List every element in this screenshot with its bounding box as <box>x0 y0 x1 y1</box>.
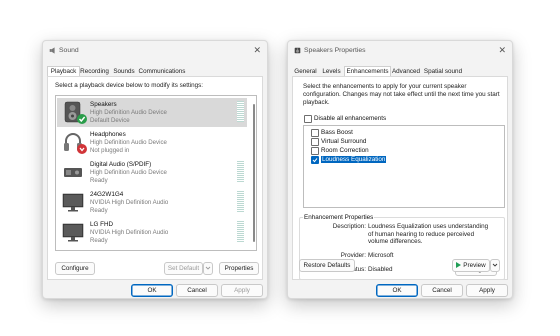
device-name: 24G2W1G4 <box>90 191 124 198</box>
chevron-down-icon <box>205 266 211 270</box>
monitor-icon <box>62 223 84 242</box>
play-icon <box>456 262 462 268</box>
device-status: Ready <box>90 177 108 184</box>
enhancement-label: Room Correction <box>321 147 369 154</box>
level-meter <box>237 221 244 242</box>
group-title: Enhancement Properties <box>303 214 375 221</box>
default-check-icon <box>77 114 87 124</box>
ok-button[interactable]: OK <box>131 284 173 297</box>
bass-boost-checkbox[interactable] <box>311 129 319 137</box>
level-meter <box>237 161 244 182</box>
enhancement-label[interactable]: Loudness Equalization <box>321 156 387 163</box>
device-status: Ready <box>90 237 108 244</box>
sound-dialog: Sound ✕ Playback Recording Sounds Commun… <box>42 40 268 299</box>
set-default-dropdown[interactable] <box>203 262 213 275</box>
tab-general[interactable]: General <box>292 67 319 76</box>
provider-label: Provider: <box>340 252 366 259</box>
device-driver: NVIDIA High Definition Audio <box>90 229 169 236</box>
check-icon <box>312 158 318 163</box>
apply-button[interactable]: Apply <box>466 284 508 297</box>
sound-titlebar[interactable]: Sound ✕ <box>43 41 267 61</box>
restore-defaults-button[interactable]: Restore Defaults <box>299 259 355 272</box>
device-name: Headphones <box>90 131 126 138</box>
chevron-down-icon <box>492 263 498 267</box>
disable-all-label: Disable all enhancements <box>314 115 387 122</box>
configure-button[interactable]: Configure <box>55 262 95 275</box>
speaker-app-icon <box>294 47 301 54</box>
preview-button[interactable]: Preview <box>452 259 490 272</box>
window-title: Speakers Properties <box>304 47 366 54</box>
device-driver: High Definition Audio Device <box>90 139 167 146</box>
instruction-text: Select the enhancements to apply for you… <box>303 83 500 106</box>
preview-dropdown[interactable] <box>490 259 500 272</box>
device-driver: High Definition Audio Device <box>90 109 167 116</box>
close-icon[interactable]: ✕ <box>498 45 506 55</box>
properties-titlebar[interactable]: Speakers Properties ✕ <box>288 41 512 61</box>
level-meter <box>237 101 244 122</box>
speaker-app-icon <box>49 47 55 54</box>
tab-communications[interactable]: Communications <box>138 67 186 76</box>
device-driver: High Definition Audio Device <box>90 169 167 176</box>
enhancements-panel: Select the enhancements to apply for you… <box>292 76 508 280</box>
virtual-surround-checkbox[interactable] <box>311 138 319 146</box>
tab-levels[interactable]: Levels <box>320 67 343 76</box>
device-status: Not plugged in <box>90 147 130 154</box>
device-status: Ready <box>90 207 108 214</box>
loudness-equalization-checkbox[interactable] <box>311 156 319 164</box>
device-driver: NVIDIA High Definition Audio <box>90 199 169 206</box>
close-icon[interactable]: ✕ <box>253 45 261 55</box>
apply-button[interactable]: Apply <box>221 284 263 297</box>
monitor-icon <box>62 193 84 212</box>
disable-all-checkbox[interactable] <box>304 115 312 123</box>
list-item[interactable]: 24G2W1G4 NVIDIA High Definition Audio Re… <box>57 188 247 217</box>
digital-audio-icon <box>64 168 82 177</box>
preview-label: Preview <box>463 262 486 269</box>
cancel-button[interactable]: Cancel <box>421 284 463 297</box>
selected-enhancement-label: Loudness Equalization <box>321 156 387 163</box>
list-item[interactable]: Headphones High Definition Audio Device … <box>57 128 247 157</box>
enhancement-label: Virtual Surround <box>321 138 367 145</box>
device-name: Speakers <box>90 101 117 108</box>
tab-recording[interactable]: Recording <box>79 67 110 76</box>
device-list[interactable]: Speakers High Definition Audio Device De… <box>55 95 257 251</box>
list-item[interactable]: Speakers High Definition Audio Device De… <box>57 98 247 127</box>
status-value: Disabled <box>368 266 393 273</box>
tab-spatial-sound[interactable]: Spatial sound <box>423 67 463 76</box>
list-item[interactable]: LG FHD NVIDIA High Definition Audio Read… <box>57 218 247 247</box>
list-item[interactable]: Digital Audio (S/PDIF) High Definition A… <box>57 158 247 187</box>
instruction-text: Select a playback device below to modify… <box>55 82 204 89</box>
window-title: Sound <box>59 47 79 54</box>
unplugged-icon <box>77 144 87 154</box>
set-default-button[interactable]: Set Default <box>164 262 203 275</box>
list-scrollbar[interactable] <box>253 104 255 242</box>
playback-panel: Select a playback device below to modify… <box>47 76 263 280</box>
tab-sounds[interactable]: Sounds <box>112 67 136 76</box>
tab-advanced[interactable]: Advanced <box>391 67 421 76</box>
device-name: LG FHD <box>90 221 114 228</box>
properties-button[interactable]: Properties <box>219 262 259 275</box>
cancel-button[interactable]: Cancel <box>176 284 218 297</box>
speakers-properties-dialog: Speakers Properties ✕ General Levels Enh… <box>287 40 513 299</box>
room-correction-checkbox[interactable] <box>311 147 319 155</box>
device-name: Digital Audio (S/PDIF) <box>90 161 152 168</box>
ok-button[interactable]: OK <box>376 284 418 297</box>
description-label: Description: <box>332 223 366 230</box>
provider-value: Microsoft <box>368 252 394 259</box>
enhancement-label: Bass Boost <box>321 129 353 136</box>
device-status: Default Device <box>90 117 130 124</box>
level-meter <box>237 191 244 212</box>
description-value: Loudness Equalization uses understanding… <box>368 223 489 245</box>
enhancement-list[interactable]: Bass Boost Virtual Surround Room Correct… <box>303 125 505 208</box>
